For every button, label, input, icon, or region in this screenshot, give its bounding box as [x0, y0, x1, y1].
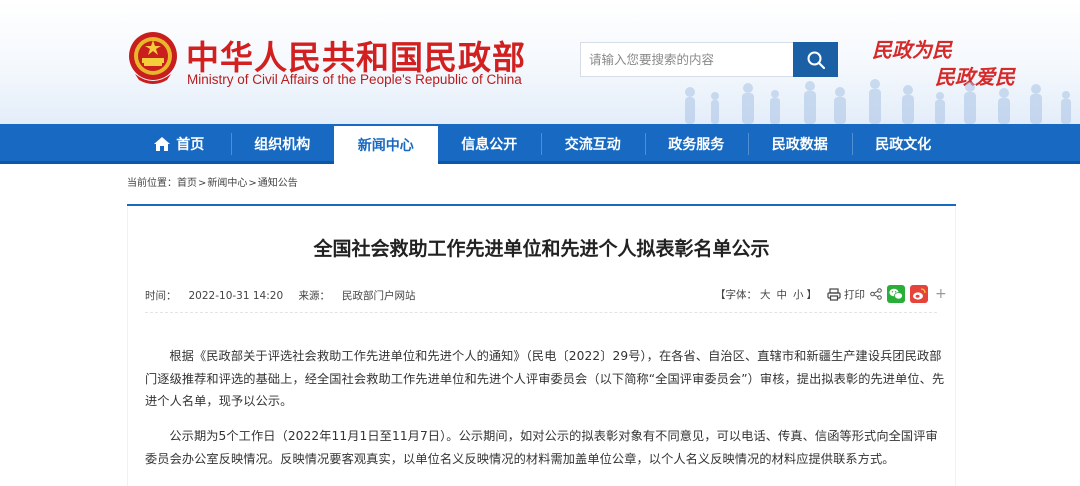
nav-item-label: 首页 — [176, 137, 205, 153]
breadcrumb: 当前位置：首页>新闻中心>通知公告 — [127, 174, 298, 189]
site-header: 中华人民共和国民政部 Ministry of Civil Affairs of … — [0, 0, 1080, 124]
breadcrumb-item-notices[interactable]: 通知公告 — [258, 178, 298, 189]
nav-item-label: 民政数据 — [771, 137, 828, 153]
breadcrumb-item-news-center[interactable]: 新闻中心 — [207, 178, 247, 189]
article-source: 民政部门户网站 — [341, 290, 416, 302]
nav-item-services[interactable]: 政务服务 — [644, 124, 749, 164]
time-label: 时间： 2022-10-31 14:20 — [145, 290, 284, 302]
meta-divider — [145, 312, 937, 313]
font-size-close: 】 — [806, 288, 818, 301]
nav-item-info-disclosure[interactable]: 信息公开 — [438, 124, 542, 164]
nav-item-home[interactable]: 首页 — [127, 124, 231, 164]
breadcrumb-separator: > — [248, 178, 257, 189]
font-size-small[interactable]: 小 — [793, 287, 804, 302]
share-button[interactable] — [870, 288, 882, 300]
article-meta: 时间： 2022-10-31 14:20 来源： 民政部门户网站 — [145, 288, 415, 303]
search-button[interactable] — [793, 42, 838, 77]
wechat-icon — [887, 285, 905, 303]
breadcrumb-item-home[interactable]: 首页 — [177, 178, 197, 189]
breadcrumb-prefix: 当前位置： — [127, 178, 177, 189]
nav-item-label: 交流互动 — [564, 137, 621, 153]
nav-item-organization[interactable]: 组织机构 — [230, 124, 335, 164]
share-weibo-button[interactable] — [910, 285, 928, 303]
slogan-line-1: 民政为民 — [872, 38, 952, 62]
font-size-large[interactable]: 大 — [760, 287, 771, 302]
nav-item-label: 政务服务 — [668, 137, 725, 153]
print-button[interactable]: 打印 — [827, 287, 865, 302]
nav-item-label: 新闻中心 — [357, 138, 414, 154]
source-label: 来源： 民政部门户网站 — [298, 290, 416, 302]
nav-item-interaction[interactable]: 交流互动 — [541, 124, 645, 164]
nav-item-news-center[interactable]: 新闻中心 — [334, 126, 438, 164]
nav-item-data[interactable]: 民政数据 — [748, 124, 852, 164]
article-paragraph: 公示期为5个工作日（2022年11月1日至11月7日）。公示期间，如对公示的拟表… — [145, 429, 938, 466]
plus-icon[interactable]: + — [935, 286, 947, 302]
breadcrumb-separator: > — [198, 178, 207, 189]
nav-item-label: 组织机构 — [254, 137, 311, 153]
article-title: 全国社会救助工作先进单位和先进个人拟表彰名单公示 — [313, 238, 770, 260]
nav-item-label: 信息公开 — [461, 137, 518, 153]
article-paragraph: 根据《民政部关于评选社会救助工作先进单位和先进个人的通知》（民电〔2022〕29… — [145, 349, 945, 408]
nav-item-label: 民政文化 — [875, 137, 932, 153]
publish-time: 2022-10-31 14:20 — [188, 290, 284, 302]
home-icon — [154, 137, 171, 151]
nav-item-culture[interactable]: 民政文化 — [851, 124, 956, 164]
search-icon — [807, 51, 825, 69]
people-silhouettes-decoration — [685, 79, 1071, 124]
national-emblem-logo[interactable] — [127, 30, 179, 86]
site-subtitle: Ministry of Civil Affairs of the People'… — [187, 72, 522, 87]
search-input[interactable] — [580, 42, 794, 77]
share-icon — [870, 288, 882, 300]
print-label: 打印 — [844, 288, 865, 301]
printer-icon — [827, 287, 841, 301]
article-tools: 【字体： 大 中 小 】 打印 + — [715, 284, 947, 304]
share-wechat-button[interactable] — [887, 285, 905, 303]
font-size-medium[interactable]: 中 — [777, 287, 788, 302]
main-nav: 首页 组织机构 新闻中心 信息公开 交流互动 政务服务 民政数据 民政文化 — [0, 124, 1080, 164]
font-size-label: 【字体： — [715, 288, 757, 301]
weibo-icon — [910, 285, 928, 303]
